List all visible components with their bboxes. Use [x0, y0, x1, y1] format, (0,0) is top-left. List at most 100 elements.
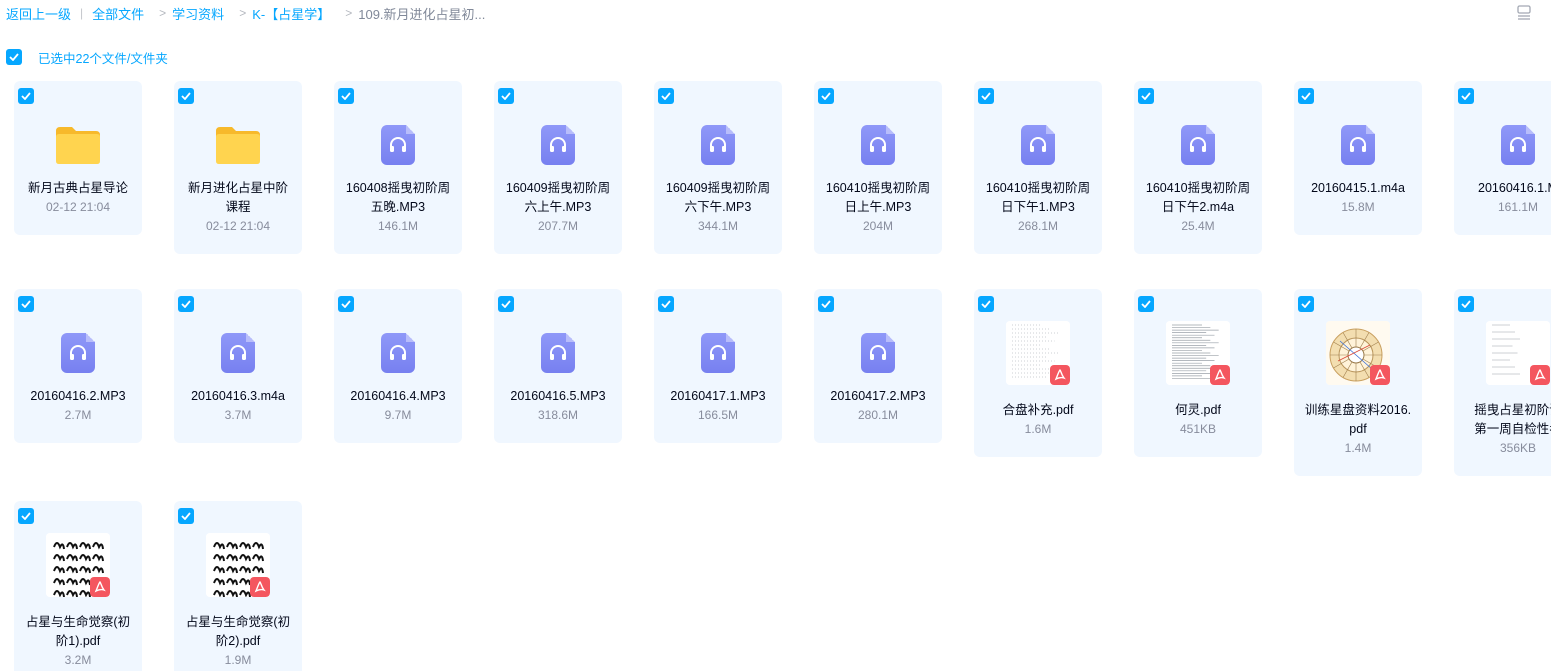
file-size: 1.6M	[1024, 422, 1052, 436]
file-card[interactable]: 摇曳占星初阶课 第一周自检性考 356KB	[1454, 289, 1551, 476]
file-size: 268.1M	[1017, 219, 1059, 233]
file-card[interactable]: 占星与生命觉察(初 阶2).pdf 1.9M	[174, 501, 302, 671]
file-checkbox[interactable]	[1298, 88, 1314, 104]
pdf-preview	[1326, 321, 1390, 385]
file-card[interactable]: 20160416.2.MP3 2.7M	[14, 289, 142, 443]
file-name: 160410摇曳初阶周 日下午2.m4a	[1145, 181, 1251, 214]
file-card[interactable]: 20160416.1.M 161.1M	[1454, 81, 1551, 235]
file-card[interactable]: 新月古典占星导论 02-12 21:04	[14, 81, 142, 235]
file-size: 356KB	[1499, 441, 1537, 455]
file-card[interactable]: 20160416.4.MP3 9.7M	[334, 289, 462, 443]
file-size: 25.4M	[1181, 219, 1215, 233]
file-card[interactable]: 20160417.1.MP3 166.5M	[654, 289, 782, 443]
file-size: 207.7M	[537, 219, 579, 233]
file-checkbox[interactable]	[1458, 88, 1474, 104]
file-checkbox[interactable]	[498, 88, 514, 104]
file-card[interactable]: 何灵.pdf 451KB	[1134, 289, 1262, 457]
file-checkbox[interactable]	[498, 296, 514, 312]
file-name: 160409摇曳初阶周 六上午.MP3	[505, 181, 611, 214]
file-name: 摇曳占星初阶课 第一周自检性考	[1474, 403, 1551, 436]
breadcrumb-divider: |	[80, 6, 84, 20]
file-checkbox[interactable]	[18, 508, 34, 524]
file-checkbox[interactable]	[818, 88, 834, 104]
breadcrumb-item-study-materials[interactable]: 学习资料	[172, 4, 224, 23]
audio-file-icon	[366, 321, 430, 385]
file-name: 20160416.3.m4a	[191, 389, 285, 403]
pdf-icon	[1210, 365, 1230, 385]
audio-file-icon	[1486, 113, 1550, 177]
file-checkbox[interactable]	[1138, 88, 1154, 104]
audio-file-icon	[846, 321, 910, 385]
file-card[interactable]: 新月进化占星中阶 课程 02-12 21:04	[174, 81, 302, 254]
file-checkbox[interactable]	[978, 296, 994, 312]
folder-icon	[46, 113, 110, 177]
file-checkbox[interactable]	[1458, 296, 1474, 312]
breadcrumb-back-link[interactable]: 返回上一级	[6, 4, 71, 23]
folder-icon	[206, 113, 270, 177]
file-checkbox[interactable]	[1138, 296, 1154, 312]
breadcrumb-item-astrology[interactable]: K-【占星学】	[252, 4, 330, 23]
file-checkbox[interactable]	[338, 88, 354, 104]
file-card[interactable]: 160410摇曳初阶周 日上午.MP3 204M	[814, 81, 942, 254]
file-checkbox[interactable]	[818, 296, 834, 312]
file-card[interactable]: 20160417.2.MP3 280.1M	[814, 289, 942, 443]
file-size: 2.7M	[64, 408, 92, 422]
audio-file-icon	[1006, 113, 1070, 177]
file-checkbox[interactable]	[1298, 296, 1314, 312]
file-checkbox[interactable]	[658, 296, 674, 312]
file-size: 344.1M	[697, 219, 739, 233]
headphones-icon	[861, 333, 895, 373]
file-checkbox[interactable]	[178, 508, 194, 524]
file-name: 合盘补充.pdf	[1002, 403, 1074, 417]
pdf-preview	[1166, 321, 1230, 385]
file-checkbox[interactable]	[18, 88, 34, 104]
file-checkbox[interactable]	[978, 88, 994, 104]
file-card[interactable]: 合盘补充.pdf 1.6M	[974, 289, 1102, 457]
file-date: 02-12 21:04	[45, 200, 111, 214]
audio-file-icon	[686, 321, 750, 385]
breadcrumb-current: 109.新月进化占星初...	[358, 6, 486, 22]
audio-file-icon	[686, 113, 750, 177]
file-card[interactable]: 160408摇曳初阶周 五晚.MP3 146.1M	[334, 81, 462, 254]
file-card[interactable]: 20160416.5.MP3 318.6M	[494, 289, 622, 443]
file-size: 451KB	[1179, 422, 1217, 436]
pdf-preview	[1006, 321, 1070, 385]
file-card[interactable]: 20160416.3.m4a 3.7M	[174, 289, 302, 443]
list-view-icon[interactable]	[1517, 5, 1531, 20]
headphones-icon	[381, 333, 415, 373]
pdf-icon	[90, 577, 110, 597]
file-checkbox[interactable]	[338, 296, 354, 312]
chevron-right-icon: >	[239, 6, 247, 20]
headphones-icon	[701, 333, 735, 373]
file-checkbox[interactable]	[658, 88, 674, 104]
headphones-icon	[61, 333, 95, 373]
file-card[interactable]: 160410摇曳初阶周 日下午2.m4a 25.4M	[1134, 81, 1262, 254]
file-name: 新月进化占星中阶 课程	[187, 181, 288, 214]
pdf-icon	[250, 577, 270, 597]
file-checkbox[interactable]	[18, 296, 34, 312]
file-name: 训练星盘资料2016. pdf	[1304, 403, 1412, 436]
file-name: 何灵.pdf	[1175, 403, 1221, 417]
breadcrumb-item-all-files[interactable]: 全部文件	[92, 4, 144, 23]
file-size: 1.4M	[1344, 441, 1372, 455]
file-checkbox[interactable]	[178, 296, 194, 312]
chevron-right-icon: >	[345, 6, 353, 20]
headphones-icon	[1501, 125, 1535, 165]
pdf-thumbnail	[46, 533, 110, 597]
selection-count-text: 已选中22个文件/文件夹	[38, 51, 168, 66]
headphones-icon	[541, 333, 575, 373]
file-checkbox[interactable]	[178, 88, 194, 104]
file-name: 160410摇曳初阶周 日下午1.MP3	[985, 181, 1091, 214]
file-card[interactable]: 160409摇曳初阶周 六上午.MP3 207.7M	[494, 81, 622, 254]
pdf-thumbnail	[1486, 321, 1550, 385]
file-card[interactable]: 20160415.1.m4a 15.8M	[1294, 81, 1422, 235]
file-card[interactable]: 160410摇曳初阶周 日下午1.MP3 268.1M	[974, 81, 1102, 254]
select-all-checkbox[interactable]	[6, 49, 22, 65]
pdf-thumbnail	[1166, 321, 1230, 385]
file-size: 161.1M	[1497, 200, 1539, 214]
pdf-thumbnail	[1006, 321, 1070, 385]
file-card[interactable]: 训练星盘资料2016. pdf 1.4M	[1294, 289, 1422, 476]
file-size: 1.9M	[224, 653, 252, 667]
file-card[interactable]: 占星与生命觉察(初 阶1).pdf 3.2M	[14, 501, 142, 671]
file-card[interactable]: 160409摇曳初阶周 六下午.MP3 344.1M	[654, 81, 782, 254]
